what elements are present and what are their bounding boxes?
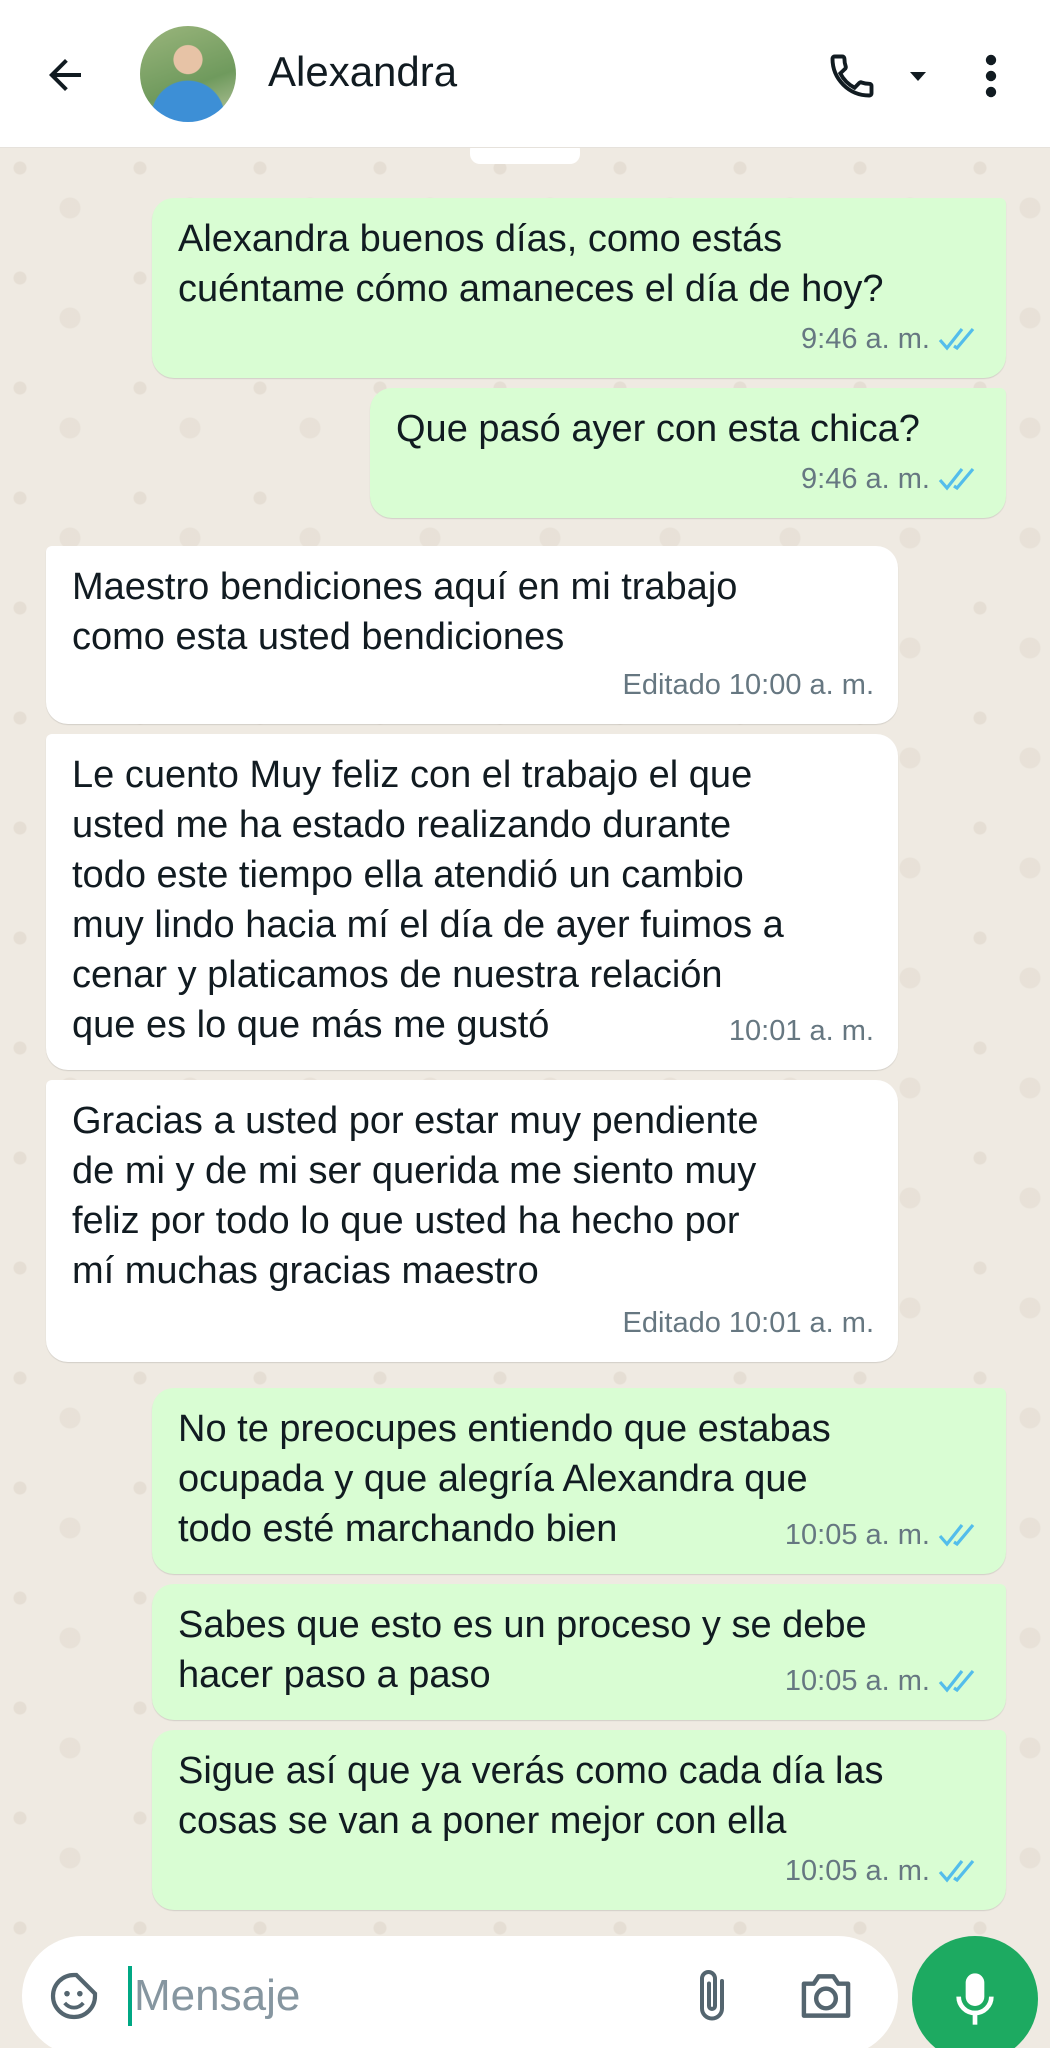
caret-down-icon	[910, 72, 926, 81]
message-time: 9:46 a. m.	[801, 463, 930, 495]
message-time: 9:46 a. m.	[801, 323, 930, 355]
read-ticks-icon	[938, 467, 975, 491]
incoming-message[interactable]: Maestro bendiciones aquí en mi trabajo c…	[46, 546, 898, 724]
phone-icon	[830, 54, 874, 98]
outgoing-message[interactable]: Que pasó ayer con esta chica? 9:46 a. m.	[370, 388, 1006, 518]
message-meta: 9:46 a. m.	[801, 314, 982, 364]
message-meta: 10:01 a. m.	[729, 1006, 874, 1056]
camera-button[interactable]	[792, 1964, 860, 2028]
more-vert-icon	[985, 54, 997, 98]
voice-call-button[interactable]	[820, 44, 884, 108]
attach-icon	[700, 1970, 724, 2021]
outgoing-message[interactable]: Alexandra buenos días, como estás cuénta…	[152, 198, 1006, 378]
read-ticks-icon	[938, 1859, 975, 1883]
message-meta: Editado 10:00 a. m.	[623, 660, 875, 710]
read-ticks-icon	[938, 327, 975, 351]
voice-message-button[interactable]	[912, 1936, 1038, 2048]
more-options-button[interactable]	[966, 44, 1016, 108]
contact-name[interactable]: Alexandra	[268, 48, 457, 96]
sticker-icon	[50, 1972, 98, 2020]
sticker-button[interactable]	[42, 1964, 106, 2028]
message-time: Editado 10:00 a. m.	[622, 669, 875, 701]
camera-icon	[801, 1974, 851, 2018]
message-text: Sigue así que ya verás como cada día las…	[178, 1750, 884, 1842]
message-meta: Editado 10:01 a. m.	[623, 1298, 875, 1348]
call-options-button[interactable]	[898, 56, 938, 96]
message-time: 10:01 a. m.	[728, 1015, 874, 1047]
message-meta: 10:05 a. m.	[785, 1510, 982, 1560]
attach-button[interactable]	[680, 1962, 744, 2030]
message-text: Maestro bendiciones aquí en mi trabajo c…	[72, 566, 738, 658]
message-text: Alexandra buenos días, como estás cuénta…	[178, 218, 884, 310]
message-time: 10:05 a. m.	[784, 1519, 930, 1551]
outgoing-message[interactable]: Sigue así que ya verás como cada día las…	[152, 1730, 1006, 1910]
contact-avatar[interactable]	[140, 26, 236, 122]
message-composer	[22, 1936, 898, 2048]
text-cursor	[128, 1966, 132, 2026]
message-meta: 9:46 a. m.	[801, 454, 982, 504]
read-ticks-icon	[938, 1669, 975, 1693]
read-ticks-icon	[938, 1523, 975, 1547]
message-time: 10:05 a. m.	[784, 1665, 930, 1697]
mic-icon	[956, 1973, 994, 2025]
message-text: Le cuento Muy feliz con el trabajo el qu…	[72, 754, 784, 1046]
message-time: 10:05 a. m.	[784, 1855, 930, 1887]
chat-area[interactable]: Alexandra buenos días, como estás cuénta…	[0, 140, 1050, 1938]
message-input[interactable]	[134, 1960, 654, 2032]
message-text: Que pasó ayer con esta chica?	[396, 408, 920, 450]
back-arrow-icon	[49, 59, 81, 91]
message-meta: 10:05 a. m.	[785, 1846, 982, 1896]
incoming-message[interactable]: Gracias a usted por estar muy pendiente …	[46, 1080, 898, 1362]
message-text: Gracias a usted por estar muy pendiente …	[72, 1100, 759, 1292]
incoming-message[interactable]: Le cuento Muy feliz con el trabajo el qu…	[46, 734, 898, 1070]
outgoing-message[interactable]: Sabes que esto es un proceso y se debe h…	[152, 1584, 1006, 1720]
message-meta: 10:05 a. m.	[785, 1656, 982, 1706]
chat-header: Alexandra	[0, 0, 1050, 148]
back-button[interactable]	[30, 40, 100, 110]
message-time: Editado 10:01 a. m.	[622, 1307, 875, 1339]
outgoing-message[interactable]: No te preocupes entiendo que estabas ocu…	[152, 1388, 1006, 1574]
